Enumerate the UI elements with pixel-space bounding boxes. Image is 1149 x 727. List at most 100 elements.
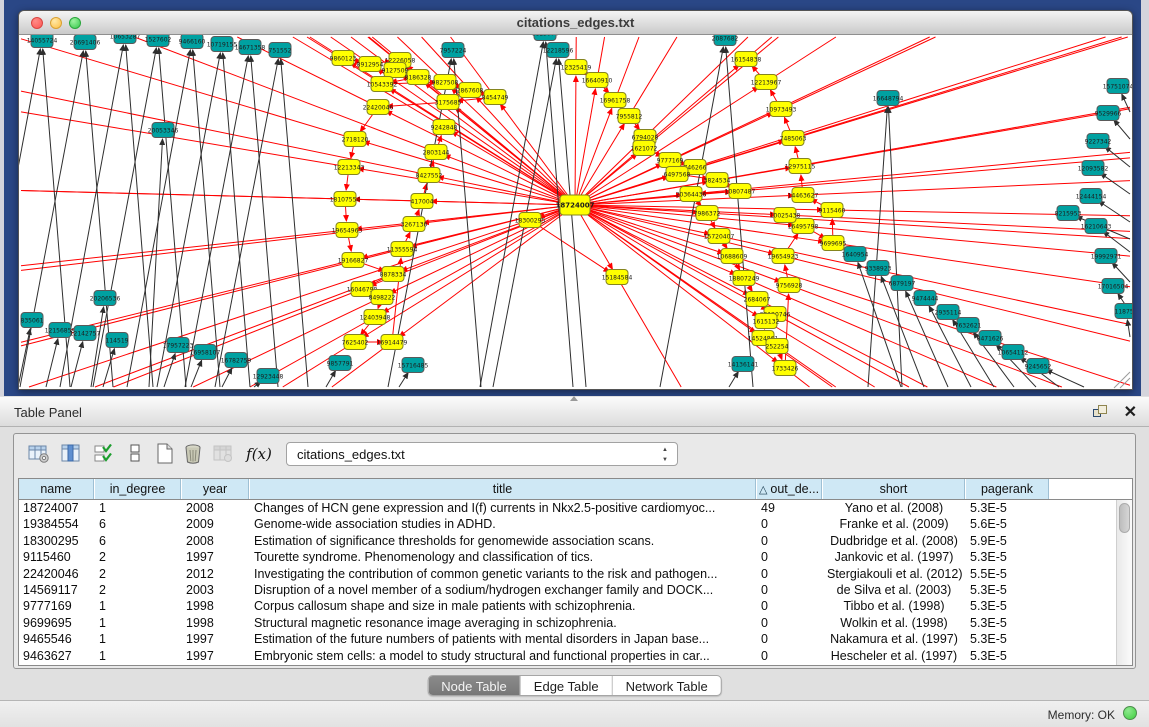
graph-node[interactable]: 17016504 <box>1098 279 1129 294</box>
graph-node[interactable]: 6879197 <box>889 276 916 291</box>
graph-node[interactable]: 9466160 <box>179 35 206 49</box>
delete-table-icon[interactable] <box>180 440 206 468</box>
scrollbar-thumb[interactable] <box>1119 503 1130 533</box>
graph-node[interactable]: 16914479 <box>377 335 408 350</box>
column-header-out_de[interactable]: △out_de... <box>757 479 822 499</box>
window-titlebar[interactable]: citations_edges.txt <box>19 11 1132 35</box>
graph-node[interactable]: 118753 <box>1115 304 1132 319</box>
graph-node[interactable]: 16640910 <box>582 73 613 88</box>
graph-node[interactable]: 16648794 <box>873 91 904 106</box>
table-settings-icon[interactable] <box>26 440 52 468</box>
graph-node[interactable]: 9227342 <box>1085 134 1112 149</box>
graph-node[interactable]: 11355594 <box>387 242 418 257</box>
memory-status-indicator[interactable] <box>1123 706 1137 720</box>
graph-node[interactable]: 9115460 <box>819 203 846 218</box>
graph-node[interactable]: 12975115 <box>785 159 816 174</box>
table-row[interactable]: 946554611997Estimation of the future num… <box>19 631 1115 647</box>
graph-node[interactable]: 8454749 <box>482 90 509 105</box>
graph-node[interactable]: 12213967 <box>751 75 782 90</box>
graph-node[interactable]: 9860123 <box>330 51 357 66</box>
graph-node[interactable]: 15751074 <box>1103 79 1132 94</box>
column-header-short[interactable]: short <box>823 479 965 499</box>
graph-node[interactable]: 12444154 <box>1076 189 1107 204</box>
network-window[interactable]: citations_edges.txt 14055724 20691406 1065… <box>18 10 1133 390</box>
new-table-icon[interactable] <box>152 440 178 468</box>
graph-node[interactable]: 7986372 <box>694 206 721 221</box>
graph-node[interactable]: 12093582 <box>1078 161 1109 176</box>
graph-node[interactable]: 9777169 <box>657 153 684 168</box>
graph-node[interactable]: 14463627 <box>788 188 819 203</box>
table-row[interactable]: 977716911998Corpus callosum shape and si… <box>19 598 1115 614</box>
graph-node[interactable]: 9338923 <box>865 261 892 276</box>
graph-node[interactable]: 7485063 <box>780 131 807 146</box>
select-rows-icon[interactable] <box>92 440 118 468</box>
graph-node[interactable]: 10719155 <box>207 37 238 52</box>
graph-node[interactable]: 1640954 <box>842 247 869 262</box>
graph-node[interactable]: 2935114 <box>935 305 962 320</box>
graph-node[interactable]: 1733426 <box>772 361 799 376</box>
column-header-title[interactable]: title <box>250 479 756 499</box>
graph-node[interactable]: 10025438 <box>770 208 801 223</box>
graph-node[interactable]: 7625402 <box>342 335 369 350</box>
graph-node[interactable]: 10654112 <box>998 345 1029 360</box>
graph-node[interactable]: 12218596 <box>543 43 574 58</box>
graph-node[interactable]: 12142757 <box>70 326 101 341</box>
graph-node[interactable]: 15720407 <box>704 229 735 244</box>
float-panel-icon[interactable] <box>1093 404 1109 420</box>
graph-node[interactable]: 8813074 <box>532 35 559 41</box>
graph-node[interactable]: 2867608 <box>457 83 484 98</box>
column-select-icon[interactable] <box>58 440 84 468</box>
graph-node[interactable]: 19166827 <box>338 253 369 268</box>
graph-node[interactable]: 10688609 <box>717 249 748 264</box>
graph-node[interactable]: 8471626 <box>977 331 1004 346</box>
graph-node[interactable]: 1621072 <box>631 141 658 156</box>
graph-node[interactable]: 8912954 <box>357 57 384 72</box>
close-panel-icon[interactable]: ✕ <box>1124 402 1137 422</box>
graph-node[interactable]: 19654923 <box>768 249 799 264</box>
graph-node[interactable]: 19992971 <box>1091 249 1122 264</box>
import-table-icon[interactable] <box>210 440 236 468</box>
graph-node[interactable]: 7632621 <box>955 318 982 333</box>
table-row[interactable]: 1456911722003Disruption of a novel membe… <box>19 582 1115 598</box>
graph-node[interactable]: 8878334 <box>380 267 407 282</box>
column-header-in_degree[interactable]: in_degree <box>95 479 181 499</box>
graph-node[interactable]: 16154838 <box>731 52 762 67</box>
graph-node[interactable]: 7955812 <box>616 109 643 124</box>
graph-node[interactable]: 1615132 <box>753 314 780 329</box>
graph-node[interactable]: 20691406 <box>70 35 101 50</box>
tab-node-table[interactable]: Node Table <box>428 676 521 695</box>
column-header-pagerank[interactable]: pagerank <box>966 479 1049 499</box>
graph-node[interactable]: 19654963 <box>332 223 363 238</box>
graph-node[interactable]: 9857791 <box>327 356 354 371</box>
graph-node[interactable]: 18107554 <box>330 192 361 207</box>
graph-node[interactable]: 9474444 <box>912 291 939 306</box>
table-row[interactable]: 911546021997Tourette syndrome. Phenomeno… <box>19 549 1115 565</box>
column-header-name[interactable]: name <box>19 479 94 499</box>
graph-node[interactable]: 14671358 <box>235 40 266 55</box>
graph-node[interactable]: 17957223 <box>163 338 194 353</box>
graph-node[interactable]: 12213343 <box>334 160 365 175</box>
graph-node[interactable]: 3824534 <box>704 173 731 188</box>
graph-node[interactable]: 6497568 <box>664 167 691 182</box>
graph-node[interactable]: 22420046 <box>363 100 394 115</box>
table-row[interactable]: 1872400712008Changes of HCN gene express… <box>19 500 1115 516</box>
graph-node[interactable]: 12325419 <box>561 60 592 75</box>
graph-node[interactable]: 114519 <box>106 333 129 348</box>
graph-node[interactable]: 8215953 <box>1055 206 1082 221</box>
graph-node[interactable]: 20053346 <box>148 123 179 138</box>
graph-node[interactable]: 20364436 <box>676 187 707 202</box>
graph-node[interactable]: 417004 <box>411 194 434 209</box>
graph-node[interactable]: 16782759 <box>221 353 252 368</box>
graph-node[interactable]: 14055724 <box>27 35 58 48</box>
graph-node[interactable]: 8186328 <box>405 70 432 85</box>
table-row[interactable]: 969969511998Structural magnetic resonanc… <box>19 615 1115 631</box>
graph-node[interactable]: 2718120 <box>342 132 369 147</box>
graph-node[interactable]: 252254 <box>766 339 789 354</box>
table-selector-dropdown[interactable]: citations_edges.txt ▲ ▼ <box>286 442 678 466</box>
table-row[interactable]: 2242004622012Investigating the contribut… <box>19 566 1115 582</box>
tab-network-table[interactable]: Network Table <box>613 676 721 695</box>
graph-node[interactable]: 2803144 <box>423 145 450 160</box>
merge-rows-icon[interactable] <box>122 440 148 468</box>
graph-node[interactable]: 15716485 <box>398 358 429 373</box>
graph-node[interactable]: 2684067 <box>744 292 771 307</box>
